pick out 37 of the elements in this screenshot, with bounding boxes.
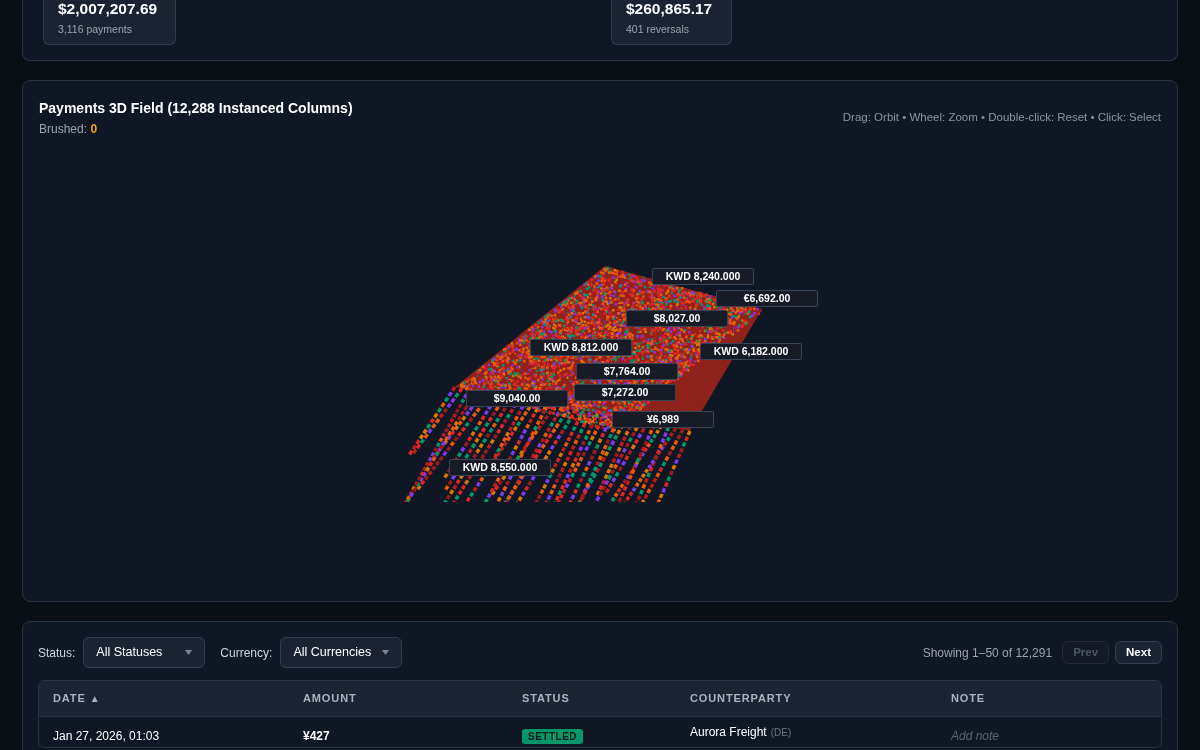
value-tooltip: €6,692.00 <box>716 290 818 307</box>
controls-hint: Drag: Orbit • Wheel: Zoom • Double-click: Reset • Click: Select <box>842 110 1161 125</box>
column-header: AMOUNT <box>303 691 357 707</box>
card-value: $2,007,207.69 <box>58 0 159 19</box>
next-button[interactable]: Next <box>1115 641 1162 664</box>
value-tooltip: $7,764.00 <box>576 363 678 380</box>
sort-icon[interactable]: ▲ <box>89 691 100 706</box>
column-header[interactable]: DATE <box>53 690 86 707</box>
country-code: (DE) <box>770 726 792 740</box>
table-cell: ¥427 <box>303 729 330 743</box>
caret-icon <box>185 650 193 655</box>
panel-title: Payments 3D Field (12,288 Instanced Columns) <box>39 99 353 117</box>
results-count: Showing 1–50 of 12,291 <box>922 644 1053 662</box>
status-badge: SETTLED <box>522 729 584 744</box>
value-tooltip: KWD 8,240.000 <box>652 268 754 285</box>
note-field[interactable]: Add note <box>951 727 1101 745</box>
value-tooltip: KWD 6,182.000 <box>700 343 802 360</box>
value-tooltip: ¥6,989 <box>612 411 714 428</box>
value-tooltip: $8,027.00 <box>626 310 728 327</box>
filter-dropdown[interactable]: All Statuses <box>83 637 206 668</box>
filter-dropdown[interactable]: All Currencies <box>280 637 403 668</box>
card-caption: 401 reversals <box>626 22 691 36</box>
column-header: STATUS <box>522 691 570 707</box>
filter-label: Currency: <box>220 644 273 662</box>
value-tooltip: $7,272.00 <box>574 384 676 401</box>
table-cell: Jan 27, 2026, 01:03 <box>53 729 160 743</box>
brushed-count: Brushed: 0 <box>39 121 99 137</box>
card-value: $260,865.17 <box>626 0 714 19</box>
column-header: COUNTERPARTY <box>690 691 792 707</box>
caret-icon <box>382 650 390 655</box>
value-tooltip: $9,040.00 <box>466 390 568 407</box>
card-caption: 3,116 payments <box>58 22 133 36</box>
table-cell-text: Aurora Freight <box>690 724 767 741</box>
filter-label: Status: <box>38 644 76 662</box>
value-tooltip: KWD 8,812.000 <box>530 339 632 356</box>
value-tooltip: KWD 8,550.000 <box>449 459 551 476</box>
column-header: NOTE <box>951 691 986 707</box>
